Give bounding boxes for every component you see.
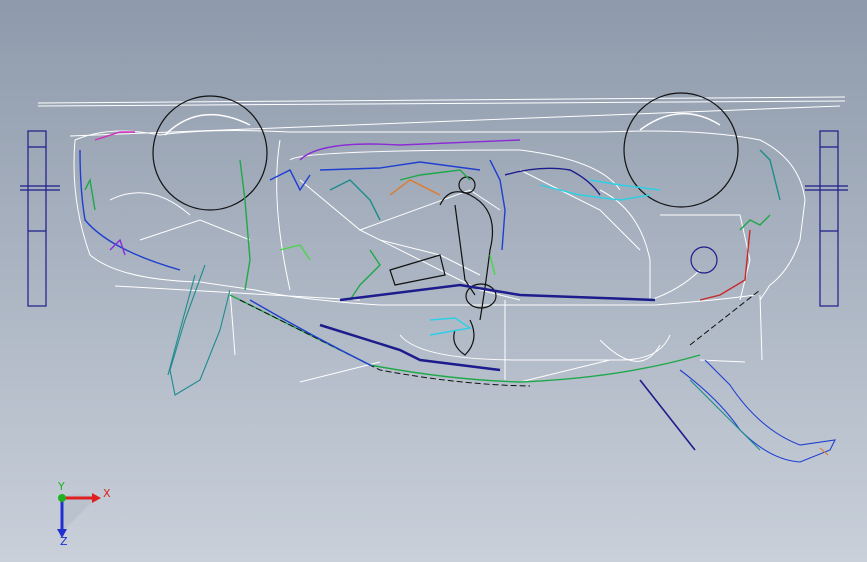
z-axis-label: Z [60, 535, 68, 548]
cad-graphics-viewport[interactable]: X Y Z [0, 0, 867, 562]
viewport-background [0, 0, 867, 562]
x-axis-label: X [103, 487, 111, 500]
y-axis-dot [58, 494, 66, 502]
vehicle-underbody-wireframe[interactable]: X Y Z [0, 0, 867, 562]
y-axis-label: Y [57, 480, 65, 493]
